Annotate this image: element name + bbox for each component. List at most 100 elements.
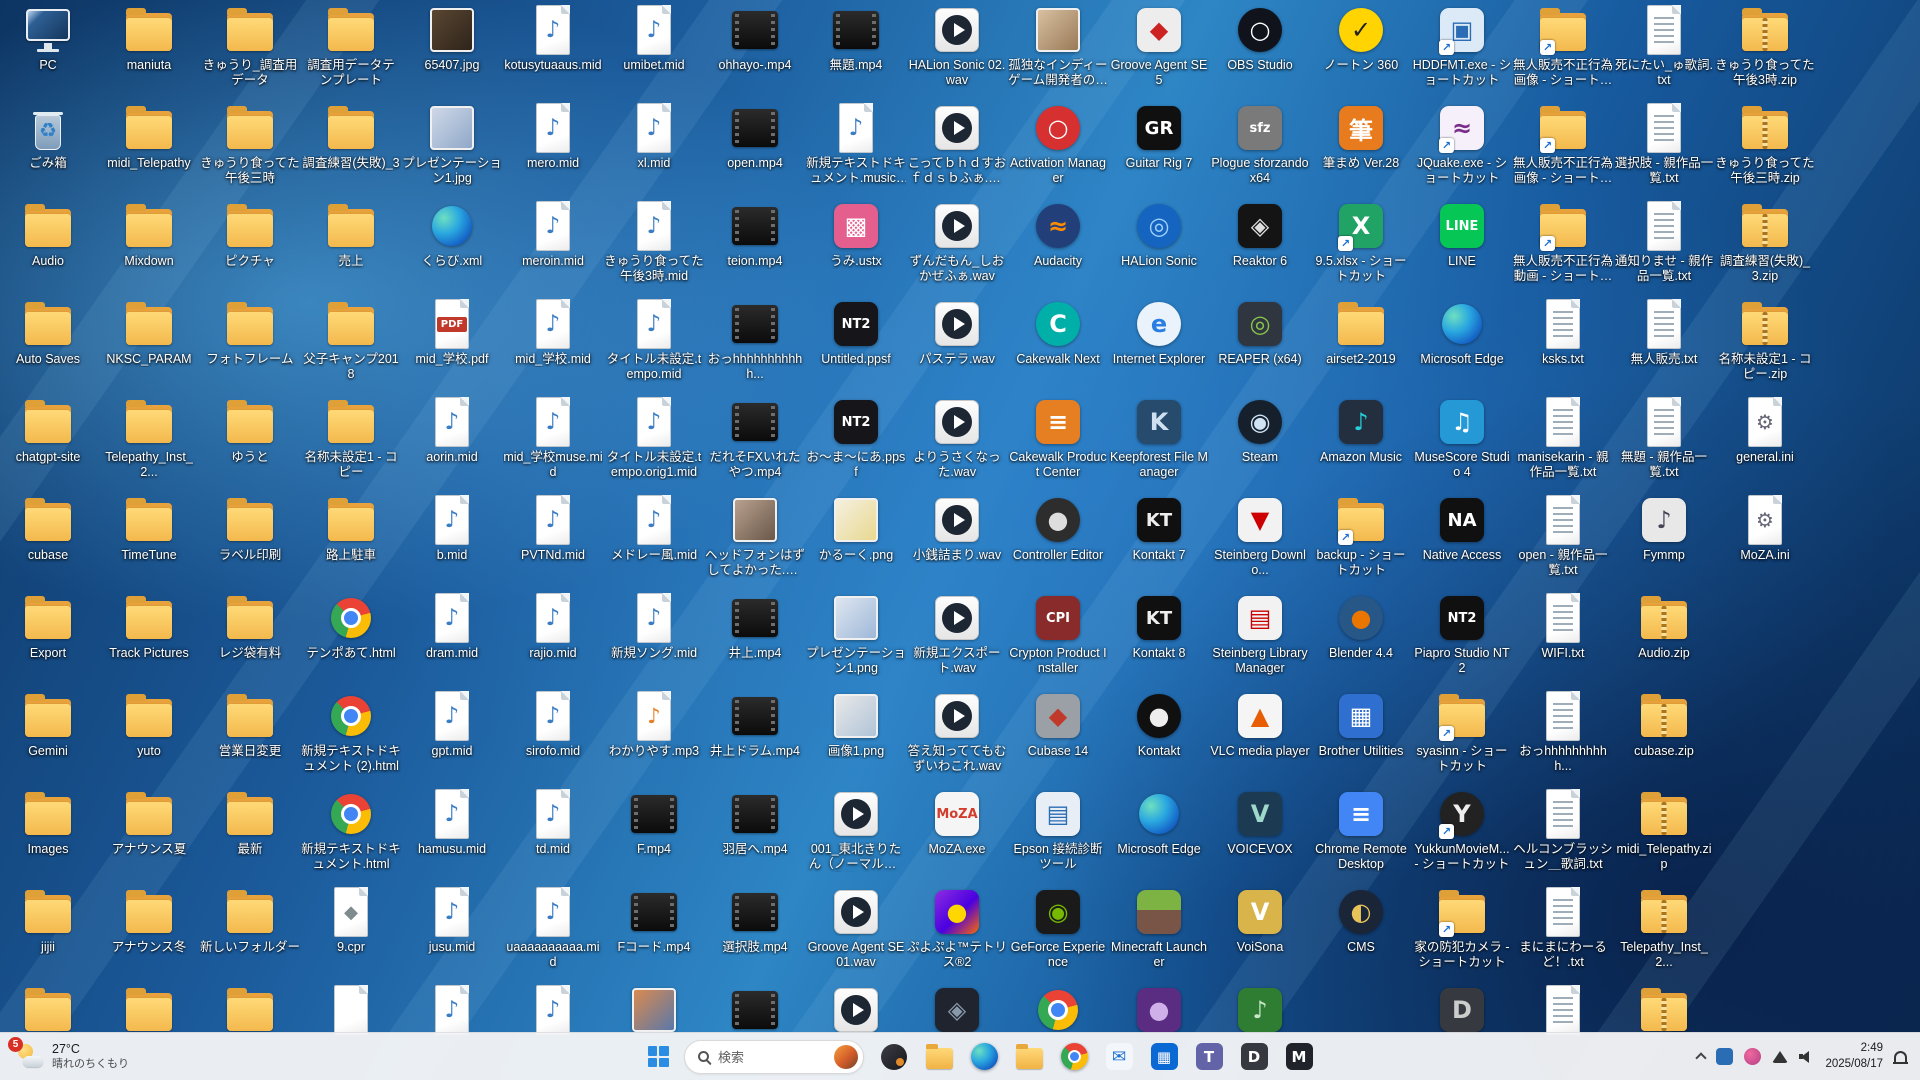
desktop-icon[interactable]: ◆Cubase 14	[1008, 690, 1108, 786]
desktop-icon[interactable]: パステラ.wav	[907, 298, 1007, 394]
chrome-icon[interactable]	[1054, 1037, 1094, 1077]
desktop-icon[interactable]: ♪uaaaaaaaaaa.mid	[503, 886, 603, 982]
desktop-icon[interactable]: 孤独なインディーゲーム開発者の一生...	[1008, 4, 1108, 100]
tray-clock[interactable]: 2:49 2025/08/17	[1825, 1041, 1883, 1072]
desktop-icon[interactable]: まにまにわーるど！.txt	[1513, 886, 1613, 982]
desktop-icon[interactable]: ▣↗HDDFMT.exe - ショートカット	[1412, 4, 1512, 100]
desktop-icon[interactable]: ohhayo-.mp4	[705, 4, 805, 100]
desktop-icon[interactable]: Minecraft Launcher	[1109, 886, 1209, 982]
desktop-icon[interactable]: きゅうり_調査用データ	[200, 4, 300, 100]
desktop-icon[interactable]: アナウンス冬	[99, 886, 199, 982]
desktop-icon[interactable]: ○OBS Studio	[1210, 4, 1310, 100]
desktop-icon[interactable]: ♪gpt.mid	[402, 690, 502, 786]
desktop-icon[interactable]: ◈Reaktor 6	[1210, 200, 1310, 296]
desktop-icon[interactable]: 調査練習(失敗)_3	[301, 102, 401, 198]
desktop-icon[interactable]: airset2-2019	[1311, 298, 1411, 394]
desktop-icon[interactable]: Telepathy_Inst_2...	[1614, 886, 1714, 982]
desktop-icon[interactable]: LINELINE	[1412, 200, 1512, 296]
desktop-icon[interactable]: 選択肢 - 親作品一覧.txt	[1614, 102, 1714, 198]
tray-app-icon-blue[interactable]	[1716, 1048, 1733, 1065]
desktop-icon[interactable]: NT2Piapro Studio NT2	[1412, 592, 1512, 688]
desktop-icon[interactable]: eInternet Explorer	[1109, 298, 1209, 394]
desktop-icon[interactable]: ♪Fymmp	[1614, 494, 1714, 590]
desktop-icon[interactable]: PC	[0, 4, 98, 100]
desktop-icon[interactable]: 通知りませ - 親作品一覧.txt	[1614, 200, 1714, 296]
desktop-icon[interactable]: Y↗YukkunMovieM... - ショートカット	[1412, 788, 1512, 884]
desktop-icon[interactable]: ♪タイトル未設定.tempo.orig1.mid	[604, 396, 704, 492]
desktop-icon[interactable]: だれそFXいれたやつ.mp4	[705, 396, 805, 492]
desktop-icon[interactable]: 無題.mp4	[806, 4, 906, 100]
desktop-icon[interactable]: ゆうと	[200, 396, 300, 492]
desktop-icon[interactable]: 井上ドラム.mp4	[705, 690, 805, 786]
desktop-icon[interactable]: ○Activation Manager	[1008, 102, 1108, 198]
desktop-icon[interactable]: 売上	[301, 200, 401, 296]
desktop-icon[interactable]: ♪PVTNd.mid	[503, 494, 603, 590]
desktop-icon[interactable]: KTKontakt 8	[1109, 592, 1209, 688]
desktop-icon[interactable]: ↗無人販売不正行為動画 - ショートカット	[1513, 200, 1613, 296]
desktop-icon[interactable]: 答え知っててもむずいわこれ.wav	[907, 690, 1007, 786]
desktop-icon[interactable]: KTKontakt 7	[1109, 494, 1209, 590]
desktop-icon[interactable]: ↗syasinn - ショートカット	[1412, 690, 1512, 786]
desktop-icon[interactable]: ⚙MoZA.ini	[1715, 494, 1815, 590]
desktop-icon[interactable]: ⚙general.ini	[1715, 396, 1815, 492]
desktop-icon[interactable]: 筆筆まめ Ver.28	[1311, 102, 1411, 198]
desktop-icon[interactable]: ♪dram.mid	[402, 592, 502, 688]
mail-icon[interactable]: ✉	[1099, 1037, 1139, 1077]
desktop-icon[interactable]: プレゼンテーション1.jpg	[402, 102, 502, 198]
desktop-icon[interactable]: 001_東北きりたん（ノーマル）_今じゃ...	[806, 788, 906, 884]
desktop-icon[interactable]: cubase	[0, 494, 98, 590]
desktop-icon[interactable]: 羽居へ.mp4	[705, 788, 805, 884]
desktop-icon[interactable]: アナウンス夏	[99, 788, 199, 884]
desktop-icon[interactable]: ヘッドフォンはずしてよかった.mp4	[705, 494, 805, 590]
m-app-icon[interactable]: M	[1279, 1037, 1319, 1077]
desktop-icon[interactable]: 選択肢.mp4	[705, 886, 805, 982]
search-box[interactable]: 検索	[684, 1040, 864, 1074]
edge-icon[interactable]	[964, 1037, 1004, 1077]
copilot-icon[interactable]	[874, 1037, 914, 1077]
desktop-icon[interactable]: Mixdown	[99, 200, 199, 296]
desktop-icon[interactable]: KKeepforest File Manager	[1109, 396, 1209, 492]
folder-window-icon[interactable]	[1009, 1037, 1049, 1077]
desktop-icon[interactable]: ピクチャ	[200, 200, 300, 296]
desktop-icon[interactable]: 無人販売.txt	[1614, 298, 1714, 394]
desktop-icon[interactable]: きゅうり食ってた午後三時	[200, 102, 300, 198]
desktop-icon[interactable]: ≡Cakewalk Product Center	[1008, 396, 1108, 492]
desktop-icon[interactable]: ♪mero.mid	[503, 102, 603, 198]
desktop-icon[interactable]: Microsoft Edge	[1412, 298, 1512, 394]
desktop-icon[interactable]: ≡Chrome Remote Desktop	[1311, 788, 1411, 884]
desktop-icon[interactable]: 死にたい_ゅ歌詞.txt	[1614, 4, 1714, 100]
desktop-icon[interactable]: ●Blender 4.4	[1311, 592, 1411, 688]
desktop-icon[interactable]: フォトフレーム	[200, 298, 300, 394]
desktop-icon[interactable]: Audio	[0, 200, 98, 296]
desktop-icon[interactable]: かるーく.png	[806, 494, 906, 590]
desktop-icon[interactable]: Images	[0, 788, 98, 884]
desktop-icon[interactable]: ♪meroin.mid	[503, 200, 603, 296]
desktop-icon[interactable]: きゅうり食ってた午後3時.zip	[1715, 4, 1815, 100]
desktop-icon[interactable]: 新規テキストドキュメント (2).html	[301, 690, 401, 786]
desktop-icon[interactable]: teion.mp4	[705, 200, 805, 296]
desktop-icon[interactable]: X↗9.5.xlsx - ショートカット	[1311, 200, 1411, 296]
desktop-icon[interactable]: きゅうり食ってた午後三時.zip	[1715, 102, 1815, 198]
desktop-icon[interactable]: ♪sirofo.mid	[503, 690, 603, 786]
desktop-icon[interactable]: NANative Access	[1412, 494, 1512, 590]
desktop-icon[interactable]: manisekarin - 親作品一覧.txt	[1513, 396, 1613, 492]
desktop-icon[interactable]: ラベル印刷	[200, 494, 300, 590]
desktop-icon[interactable]: sfzPlogue sforzando x64	[1210, 102, 1310, 198]
desktop-icon[interactable]: レジ袋有料	[200, 592, 300, 688]
desktop-icon[interactable]: NKSC_PARAM	[99, 298, 199, 394]
desktop-icon[interactable]: TimeTune	[99, 494, 199, 590]
desktop-icon[interactable]: ♪mid_学校.mid	[503, 298, 603, 394]
desktop-icon[interactable]: ♪aorin.mid	[402, 396, 502, 492]
desktop-icon[interactable]: こってｂｈｄすおｆｄｓｂふぁ.wav	[907, 102, 1007, 198]
desktop-icon[interactable]: 新規テキストドキュメント.html	[301, 788, 401, 884]
desktop-icon[interactable]: 小銭詰まり.wav	[907, 494, 1007, 590]
desktop-icon[interactable]: ▼Steinberg Downlo...	[1210, 494, 1310, 590]
desktop-icon[interactable]: ♪xl.mid	[604, 102, 704, 198]
desktop-icon[interactable]: ♪メドレー風.mid	[604, 494, 704, 590]
desktop-icon[interactable]: open - 親作品一覧.txt	[1513, 494, 1613, 590]
desktop-icon[interactable]: ✓ノートン 360	[1311, 4, 1411, 100]
desktop-icon[interactable]: ♫MuseScore Studio 4	[1412, 396, 1512, 492]
desktop-icon[interactable]: ヘルコンブラッシュン＿歌詞.txt	[1513, 788, 1613, 884]
desktop-icon[interactable]: ●Controller Editor	[1008, 494, 1108, 590]
desktop-icon[interactable]: ◉GeForce Experience	[1008, 886, 1108, 982]
